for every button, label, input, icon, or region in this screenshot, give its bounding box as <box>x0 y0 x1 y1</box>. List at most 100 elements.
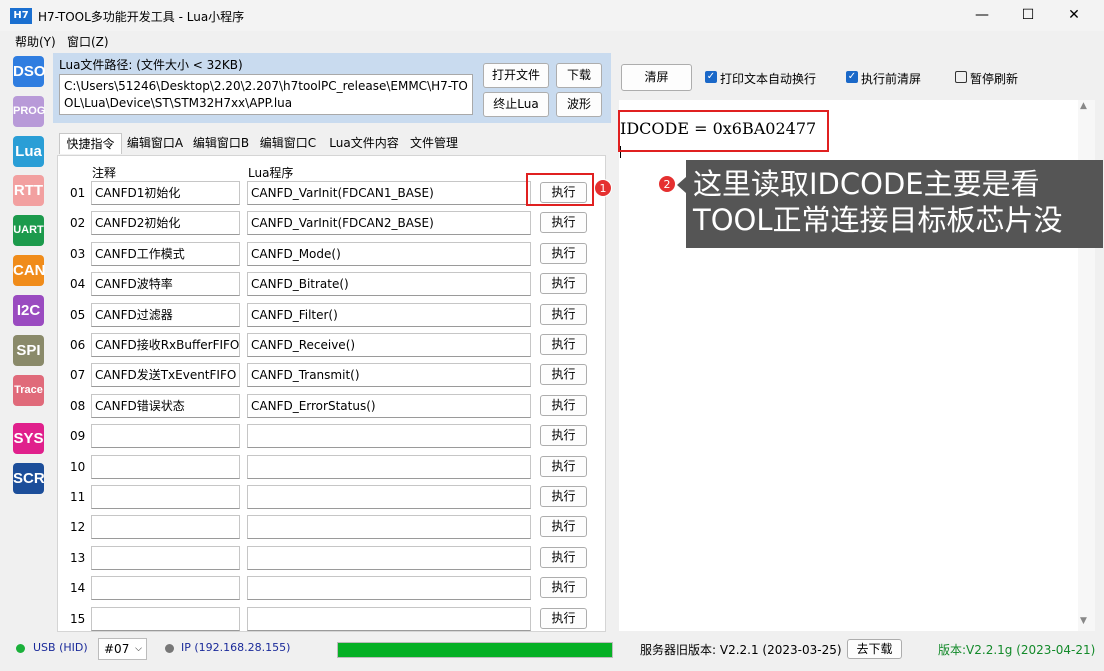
row-number: 07 <box>70 368 86 382</box>
pause-refresh-checkbox[interactable] <box>955 71 967 83</box>
highlight-box-idcode <box>618 110 829 152</box>
row-number: 06 <box>70 338 86 352</box>
program-field[interactable] <box>247 455 531 479</box>
clear-before-checkbox[interactable]: ✓ <box>846 71 858 83</box>
execute-button[interactable]: 执行 <box>540 334 587 355</box>
download-button[interactable]: 下载 <box>556 63 602 88</box>
toolbar-lua-button[interactable]: Lua <box>13 136 44 167</box>
program-field[interactable] <box>247 515 531 539</box>
comment-field[interactable] <box>91 546 240 570</box>
app-icon: H7 <box>10 8 32 24</box>
toolbar-i2c-button[interactable]: I2C <box>13 295 44 326</box>
row-number: 05 <box>70 308 86 322</box>
toolbar-uart-button[interactable]: UART <box>13 215 44 246</box>
comment-field[interactable]: CANFD工作模式 <box>91 242 240 266</box>
program-field[interactable] <box>247 424 531 448</box>
comment-field[interactable]: CANFD错误状态 <box>91 394 240 418</box>
program-field[interactable] <box>247 607 531 631</box>
tab-edit-a[interactable]: 编辑窗口A <box>124 133 186 154</box>
tab-lua-content[interactable]: Lua文件内容 <box>327 133 401 154</box>
open-file-button[interactable]: 打开文件 <box>483 63 549 88</box>
row-number: 14 <box>70 581 86 595</box>
toolbar-spi-button[interactable]: SPI <box>13 335 44 366</box>
column-header-program: Lua程序 <box>248 166 294 180</box>
callout-pointer <box>677 177 686 193</box>
program-field[interactable]: CANFD_Filter() <box>247 303 531 327</box>
comment-field[interactable] <box>91 455 240 479</box>
program-field[interactable]: CANFD_Transmit() <box>247 363 531 387</box>
execute-button[interactable]: 执行 <box>540 547 587 568</box>
program-field[interactable]: CANFD_ErrorStatus() <box>247 394 531 418</box>
toolbar-can-button[interactable]: CAN <box>13 255 46 286</box>
row-number: 03 <box>70 247 86 261</box>
window-title: H7-TOOL多功能开发工具 - Lua小程序 <box>38 10 245 24</box>
scroll-down-icon[interactable]: ▼ <box>1080 616 1087 626</box>
execute-button[interactable]: 执行 <box>540 273 587 294</box>
annotation-note: 这里读取IDCODE主要是看 TOOL正常连接目标板芯片没 <box>686 160 1103 248</box>
program-field[interactable]: CANFD_VarInit(FDCAN1_BASE) <box>247 181 531 205</box>
tab-quick-commands[interactable]: 快捷指令 <box>59 133 122 154</box>
go-download-button[interactable]: 去下载 <box>847 639 902 659</box>
annotation-line-1: 这里读取IDCODE主要是看 <box>693 167 1040 201</box>
tab-file-manager[interactable]: 文件管理 <box>406 133 462 154</box>
scroll-up-icon[interactable]: ▲ <box>1080 101 1087 111</box>
program-field[interactable]: CANFD_Mode() <box>247 242 531 266</box>
execute-button[interactable]: 执行 <box>540 395 587 416</box>
server-version: 服务器旧版本: V2.2.1 (2023-03-25) <box>640 643 842 657</box>
comment-field[interactable] <box>91 485 240 509</box>
minimize-button[interactable]: — <box>959 0 1005 31</box>
execute-button[interactable]: 执行 <box>540 364 587 385</box>
close-button[interactable]: ✕ <box>1051 0 1097 31</box>
program-field[interactable] <box>247 576 531 600</box>
wrap-label: 打印文本自动换行 <box>720 72 817 86</box>
stop-lua-button[interactable]: 终止Lua <box>483 92 549 117</box>
toolbar-sys-button[interactable]: SYS <box>13 423 44 454</box>
program-field[interactable]: CANFD_VarInit(FDCAN2_BASE) <box>247 211 531 235</box>
execute-button[interactable]: 执行 <box>540 577 587 598</box>
toolbar-scr-button[interactable]: SCR <box>13 463 45 494</box>
comment-field[interactable]: CANFD接收RxBufferFIFO <box>91 333 240 357</box>
program-field[interactable]: CANFD_Receive() <box>247 333 531 357</box>
row-number: 02 <box>70 216 86 230</box>
execute-button[interactable]: 执行 <box>540 608 587 629</box>
comment-field[interactable] <box>91 576 240 600</box>
comment-field[interactable]: CANFD2初始化 <box>91 211 240 235</box>
program-field[interactable] <box>247 485 531 509</box>
annotation-badge-2: 2 <box>658 175 676 193</box>
comment-field[interactable] <box>91 515 240 539</box>
comment-field[interactable]: CANFD1初始化 <box>91 181 240 205</box>
wrap-checkbox[interactable]: ✓ <box>705 71 717 83</box>
execute-button[interactable]: 执行 <box>540 304 587 325</box>
comment-field[interactable]: CANFD过滤器 <box>91 303 240 327</box>
usb-status: USB (HID) <box>33 641 88 654</box>
toolbar-rtt-button[interactable]: RTT <box>13 175 44 206</box>
tab-edit-c[interactable]: 编辑窗口C <box>256 133 320 154</box>
tab-edit-b[interactable]: 编辑窗口B <box>190 133 252 154</box>
row-number: 01 <box>70 186 86 200</box>
execute-button[interactable]: 执行 <box>540 243 587 264</box>
waveform-button[interactable]: 波形 <box>556 92 602 117</box>
pause-refresh-label: 暂停刷新 <box>970 72 1019 86</box>
execute-button[interactable]: 执行 <box>540 486 587 507</box>
execute-button[interactable]: 执行 <box>540 456 587 477</box>
execute-button[interactable]: 执行 <box>540 425 587 446</box>
comment-field[interactable]: CANFD波特率 <box>91 272 240 296</box>
toolbar-prog-button[interactable]: PROG <box>13 96 45 127</box>
execute-button[interactable]: 执行 <box>540 212 587 233</box>
maximize-button[interactable]: ☐ <box>1005 0 1051 31</box>
comment-field[interactable]: CANFD发送TxEventFIFO <box>91 363 240 387</box>
program-field[interactable] <box>247 546 531 570</box>
menu-help[interactable]: 帮助(Y) <box>15 33 56 50</box>
execute-button[interactable]: 执行 <box>540 516 587 537</box>
toolbar-dso-button[interactable]: DSO <box>13 56 46 87</box>
clear-before-label: 执行前清屏 <box>861 72 922 86</box>
lua-path-field[interactable]: C:\Users\51246\Desktop\2.20\2.207\h7tool… <box>59 74 473 115</box>
comment-field[interactable] <box>91 607 240 631</box>
program-field[interactable]: CANFD_Bitrate() <box>247 272 531 296</box>
clear-screen-button[interactable]: 清屏 <box>621 64 692 91</box>
port-select[interactable]: #07 ⌵ <box>98 638 147 660</box>
comment-field[interactable] <box>91 424 240 448</box>
row-number: 15 <box>70 612 86 626</box>
toolbar-trace-button[interactable]: Trace <box>13 375 44 406</box>
menu-window[interactable]: 窗口(Z) <box>67 33 109 50</box>
